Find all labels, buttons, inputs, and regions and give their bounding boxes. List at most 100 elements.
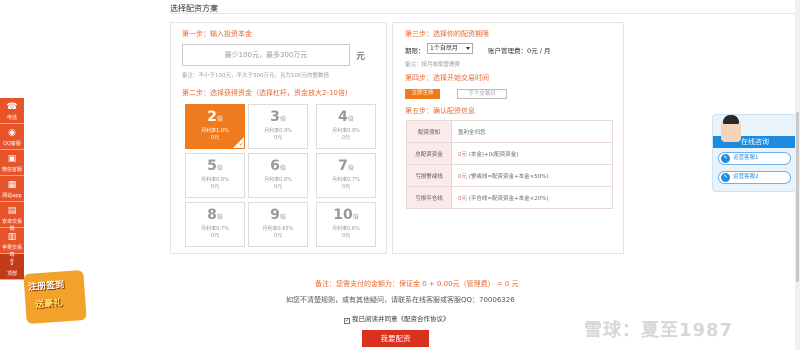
info-value: 0元	[458, 195, 467, 202]
agreement[interactable]: ✓ 我已阅读并同意《配资合作协议》	[344, 313, 450, 324]
multiple-suffix: 倍	[216, 116, 223, 123]
wechat-icon: ▣	[7, 154, 17, 164]
leverage-tile-10[interactable]: 10倍 月利率0.6% 0元	[316, 202, 376, 247]
leverage-multiple: 5倍	[207, 158, 223, 174]
qq-icon: ◉	[8, 128, 16, 138]
top-icon: ⇧	[8, 258, 16, 268]
tile-fee: 0元	[341, 233, 351, 239]
leverage-tile-2[interactable]: 2倍 月利率1.0% 0元	[185, 104, 245, 149]
info-key: 总配资资金	[406, 142, 452, 165]
period-note: 备注：按月收取管理费	[405, 62, 461, 68]
tile-fee: 0元	[341, 135, 351, 141]
section-title: 选择配资方案	[170, 4, 218, 13]
mgmt-fee: 账户管理费：0元 / 月	[488, 45, 550, 55]
monthly-rate: 月利率0.9%	[332, 128, 360, 134]
tile-fee: 0元	[341, 184, 351, 190]
leverage-tile-8[interactable]: 8倍月利率0.7% 0元	[185, 202, 245, 247]
sidebar-item-android[interactable]: ▤ 安卓交易端	[0, 202, 24, 232]
check-icon	[233, 137, 244, 148]
step4-heading: 第四步：选择开始交易时间	[405, 73, 489, 83]
leverage-multiple: 3倍	[270, 109, 286, 125]
mgmt-fee-label: 账户管理费：	[488, 47, 527, 55]
monthly-rate: 月利率0.9%	[264, 128, 292, 134]
service-button-1[interactable]: ✎ 运营客服1	[718, 152, 791, 165]
confirm-info-table: 配资须知 盈利全归您 总配资资金 0元 (本金)+0(配资资金) 亏损警戒线 0元 (警…	[406, 120, 613, 209]
sidebar-item-apple[interactable]: ▥ 苹果交易端	[0, 228, 24, 258]
info-row: 亏损警戒线 0元 (警戒线=配资资金+本金×50%)	[406, 164, 613, 187]
leverage-multiple: 9倍	[270, 207, 286, 223]
mgmt-fee-value: 0元 / 月	[527, 47, 551, 55]
step3-label: 第三步：	[405, 30, 433, 38]
monthly-rate: 月利率0.8%	[264, 177, 292, 183]
tile-fee: 0元	[210, 184, 220, 190]
info-value: 0元	[458, 151, 467, 158]
submit-button[interactable]: 我要配资	[362, 330, 429, 347]
multiple-suffix: 倍	[347, 165, 354, 172]
leverage-multiple: 10倍	[333, 207, 359, 223]
leverage-tile-3[interactable]: 3倍 月利率0.9% 0元	[248, 104, 308, 149]
pencil-icon: ✎	[721, 154, 730, 163]
sidebar-item-label: 电话	[6, 115, 17, 121]
sidebar-item-wechat[interactable]: ▣ 微信客服	[0, 150, 24, 176]
start-today-button[interactable]: 立即生效	[405, 89, 440, 99]
multiple-suffix: 倍	[216, 214, 223, 221]
info-value: 0元	[458, 173, 467, 180]
info-extra: (警戒线=配资资金+本金×50%)	[468, 173, 549, 180]
step3-heading: 第三步：选择你的配资期限	[405, 29, 489, 39]
info-key: 亏损平仓线	[406, 186, 452, 209]
tile-fee: 0元	[210, 233, 220, 239]
step5-text: 确认配资信息	[433, 107, 475, 115]
multiple-suffix: 倍	[216, 165, 223, 172]
step1-label: 第一步：	[182, 30, 210, 38]
multiple-suffix: 倍	[352, 214, 359, 221]
leverage-tile-5[interactable]: 5倍 月利率0.8% 0元	[185, 153, 245, 198]
service-button-2[interactable]: ✎ 运营客服2	[718, 171, 791, 184]
agree-checkbox[interactable]: ✓	[344, 318, 350, 324]
info-value-cell: 盈利全归您	[451, 120, 613, 143]
info-extra: (平仓线=配资资金+本金×20%)	[468, 195, 549, 202]
info-value-cell: 0元 (本金)+0(配资资金)	[451, 142, 613, 165]
promo-badge[interactable]: 注册签到 送豪礼	[23, 269, 87, 325]
info-row: 亏损平仓线 0元 (平仓线=配资资金+本金×20%)	[406, 186, 613, 209]
sidebar-item-phone[interactable]: ☎ 电话	[0, 98, 24, 124]
scrollbar-thumb[interactable]	[796, 112, 799, 282]
step1-heading: 第一步：输入投资本金	[182, 29, 252, 39]
next-trading-day-button[interactable]: 下个交易日	[457, 89, 507, 99]
sidebar-item-qq[interactable]: ◉ QQ客服	[0, 124, 24, 150]
info-key: 亏损警戒线	[406, 164, 452, 187]
multiple-suffix: 倍	[347, 116, 354, 123]
step5-label: 第五步：	[405, 107, 433, 115]
sidebar-item-app[interactable]: ▦ 网站app	[0, 176, 24, 202]
leverage-tile-7[interactable]: 7倍月利率0.7% 0元	[316, 153, 376, 198]
sidebar-item-top[interactable]: ⇧ 顶部	[0, 254, 24, 280]
payment-note: 备注：您需支付的金额为：保证金 0 + 0.00元（管理费） = 0 元	[315, 280, 519, 288]
period-select[interactable]: 1个自然月	[427, 43, 473, 54]
monthly-rate: 月利率0.7%	[201, 226, 229, 232]
amount-input[interactable]: 最少100元，最多300万元	[182, 44, 350, 66]
service-button-1-label: 运营客服1	[733, 155, 759, 161]
monthly-rate: 月利率0.65%	[262, 226, 294, 232]
agree-text[interactable]: 我已阅读并同意《配资合作协议》	[352, 315, 450, 323]
section-header: 选择配资方案	[170, 0, 800, 14]
info-value-cell: 0元 (平仓线=配资资金+本金×20%)	[451, 186, 613, 209]
agent-avatar	[721, 115, 741, 142]
leverage-multiple: 7倍	[338, 158, 354, 174]
tile-fee: 0元	[273, 233, 283, 239]
leverage-tile-4[interactable]: 4倍月利率0.9% 0元	[316, 104, 376, 149]
watermark: 雪球：夏至1987	[584, 320, 734, 341]
step5-heading: 第五步：确认配资信息	[405, 106, 475, 116]
leverage-tile-6[interactable]: 6倍 月利率0.8% 0元	[248, 153, 308, 198]
app-icon: ▦	[7, 180, 17, 190]
apple-icon: ▥	[7, 232, 17, 242]
monthly-rate: 月利率0.7%	[332, 177, 360, 183]
scrollbar[interactable]	[795, 0, 800, 350]
step1-text: 输入投资本金	[210, 30, 252, 38]
leverage-tile-9[interactable]: 9倍月利率0.65% 0元	[248, 202, 308, 247]
info-row: 配资须知 盈利全归您	[406, 120, 613, 143]
leverage-multiple: 8倍	[207, 207, 223, 223]
collapse-triangle-icon[interactable]	[212, 5, 218, 10]
phone-icon: ☎	[6, 102, 18, 112]
promo-line2: 送豪礼	[35, 298, 63, 311]
info-key: 配资须知	[406, 120, 452, 143]
leverage-multiple: 4倍	[338, 109, 354, 125]
